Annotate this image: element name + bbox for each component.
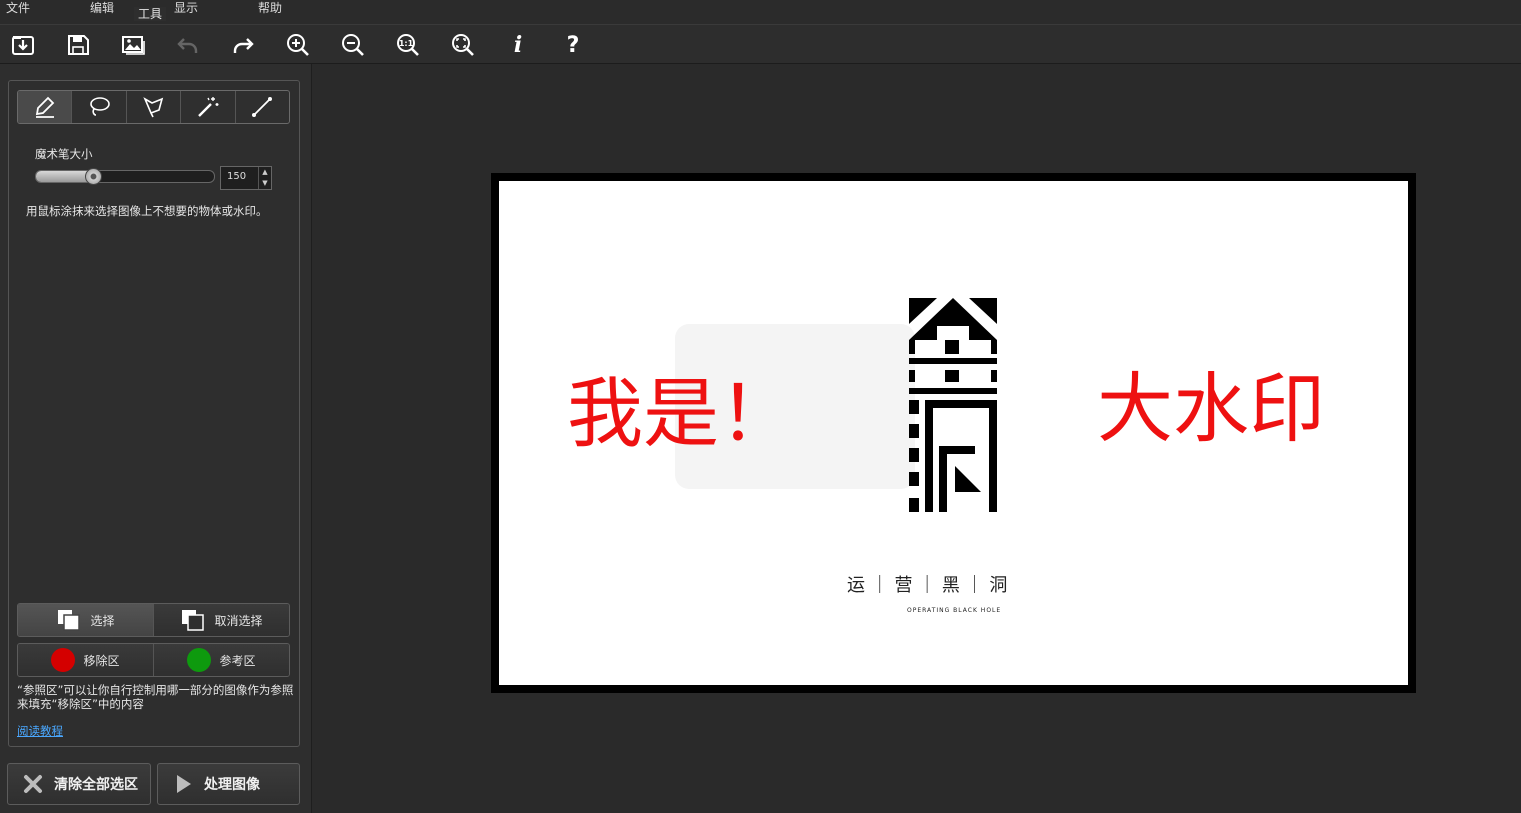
image-canvas[interactable]: 运 ｜ 营 ｜ 黑 ｜ 洞 OPERATING BLACK HOLE 我是！ 大…: [499, 181, 1408, 685]
clear-all-button[interactable]: 清除全部选区: [7, 763, 151, 805]
brush-size-slider[interactable]: [35, 170, 215, 183]
line-tool-button[interactable]: [236, 91, 289, 123]
close-icon: [24, 775, 42, 793]
help-icon[interactable]: ?: [558, 30, 588, 60]
menu-bar: 文件 编辑 显示 帮助: [0, 0, 1521, 25]
region-buttons: 移除区 参考区: [17, 643, 290, 677]
reference-region-button[interactable]: 参考区: [153, 644, 289, 676]
tools-group-title: 工具: [134, 7, 167, 21]
menu-file[interactable]: 文件: [6, 0, 30, 16]
lasso-tool-button[interactable]: [72, 91, 127, 123]
select-icon: [58, 610, 81, 631]
brush-size-spinbox[interactable]: 150 ▲ ▼: [220, 166, 272, 190]
deselect-button[interactable]: 取消选择: [153, 604, 289, 636]
process-image-label: 处理图像: [204, 777, 260, 793]
spin-buttons[interactable]: ▲ ▼: [258, 167, 271, 189]
tool-hint: 用鼠标涂抹来选择图像上不想要的物体或水印。: [26, 204, 268, 218]
info-icon[interactable]: i: [503, 30, 533, 60]
magic-wand-icon: [198, 97, 219, 117]
image-icon[interactable]: [118, 30, 148, 60]
zoom-1-1-icon[interactable]: 1:1: [393, 30, 423, 60]
undo-icon[interactable]: [173, 30, 203, 60]
magic-wand-tool-button[interactable]: [181, 91, 236, 123]
clear-all-label: 清除全部选区: [54, 777, 138, 793]
select-label: 选择: [90, 613, 115, 628]
reference-region-dot: [187, 648, 212, 672]
fit-screen-icon[interactable]: [448, 30, 478, 60]
toolbar: 1:1 i ?: [0, 25, 1521, 64]
brush-size-slider-thumb[interactable]: [84, 168, 102, 185]
watermark-left: 我是！: [567, 369, 795, 458]
remove-region-label: 移除区: [83, 653, 120, 668]
logo-subtitle: OPERATING BLACK HOLE: [907, 607, 1002, 614]
tool-selector: [17, 90, 290, 124]
reference-note: “参照区”可以让你自行控制用哪一部分的图像作为参照来填充“移除区”中的内容: [17, 683, 294, 711]
remove-region-button[interactable]: 移除区: [18, 644, 153, 676]
zoom-in-icon[interactable]: [283, 30, 313, 60]
menu-help[interactable]: 帮助: [258, 0, 282, 16]
zoom-out-icon[interactable]: [338, 30, 368, 60]
save-icon[interactable]: [63, 30, 93, 60]
tutorial-link[interactable]: 阅读教程: [17, 723, 63, 739]
svg-text:1:1: 1:1: [399, 39, 414, 48]
select-button[interactable]: 选择: [18, 604, 153, 636]
reference-region-label: 参考区: [219, 653, 256, 668]
brush-size-value: 150: [227, 171, 247, 182]
marker-tool-button[interactable]: [18, 91, 73, 123]
line-icon: [252, 97, 273, 117]
menu-view[interactable]: 显示: [174, 0, 198, 16]
polygon-lasso-icon: [142, 97, 163, 118]
polygon-lasso-tool-button[interactable]: [127, 91, 182, 123]
logo-text: 运 ｜ 营 ｜ 黑 ｜ 洞: [847, 575, 1008, 596]
redo-icon[interactable]: [228, 30, 258, 60]
menu-edit[interactable]: 编辑: [90, 0, 114, 16]
deselect-icon: [182, 610, 205, 631]
marker-icon: [35, 96, 54, 118]
play-icon: [177, 775, 191, 793]
remove-region-dot: [51, 648, 76, 672]
open-icon[interactable]: [8, 30, 38, 60]
brush-size-label: 魔术笔大小: [35, 147, 93, 161]
watermark-right: 大水印: [1097, 364, 1325, 453]
logo-mark: [909, 298, 997, 512]
selection-buttons: 选择 取消选择: [17, 603, 290, 637]
lasso-icon: [90, 97, 110, 116]
deselect-label: 取消选择: [214, 613, 263, 628]
process-image-button[interactable]: 处理图像: [157, 763, 300, 805]
